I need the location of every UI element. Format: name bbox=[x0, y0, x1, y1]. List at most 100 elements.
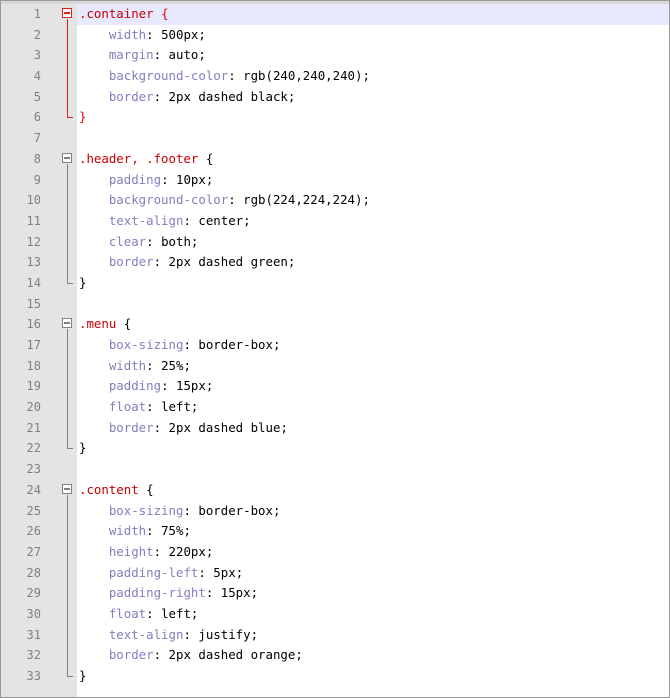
line-number: 11 bbox=[26, 213, 41, 228]
code-text: padding-left: 5px; bbox=[79, 563, 243, 584]
code-line[interactable]: 15 bbox=[1, 294, 669, 315]
punctuation: : bbox=[153, 88, 169, 104]
css-value: 15px bbox=[175, 378, 206, 394]
code-text: padding: 15px; bbox=[79, 376, 213, 397]
css-property: border bbox=[108, 254, 154, 270]
code-line[interactable]: 28 padding-left: 5px; bbox=[1, 562, 669, 584]
punctuation: : bbox=[146, 605, 162, 621]
code-line[interactable]: 29 padding-right: 15px; bbox=[1, 583, 669, 604]
fold-line bbox=[61, 355, 75, 377]
fold-toggle-icon[interactable] bbox=[61, 480, 75, 501]
code-line[interactable]: 10 background-color: rgb(224,224,224); bbox=[1, 190, 669, 211]
code-line[interactable]: 25 box-sizing: border-box; bbox=[1, 500, 669, 522]
punctuation: : bbox=[146, 523, 162, 539]
code-line[interactable]: 2 width: 500px; bbox=[1, 24, 669, 46]
code-line[interactable]: 18 width: 25%; bbox=[1, 355, 669, 377]
punctuation: : bbox=[146, 357, 162, 373]
css-property: margin bbox=[108, 47, 154, 63]
css-property: height bbox=[108, 543, 154, 559]
code-line[interactable]: 24 .content { bbox=[1, 480, 669, 501]
brace: } bbox=[79, 668, 87, 683]
code-line[interactable]: 32 border: 2px dashed orange; bbox=[1, 645, 669, 666]
code-line[interactable]: 12 clear: both; bbox=[1, 231, 669, 253]
code-line[interactable]: 1 .container { bbox=[1, 4, 669, 25]
line-number: 8 bbox=[33, 151, 41, 166]
fold-toggle-icon[interactable] bbox=[61, 149, 75, 170]
code-line[interactable]: 8 .header, .footer { bbox=[1, 149, 669, 170]
code-editor[interactable]: 1 .container {2 width: 500px; 3 margin: au… bbox=[0, 0, 670, 698]
css-value: 2px dashed blue bbox=[168, 419, 281, 435]
css-property: box-sizing bbox=[108, 502, 184, 518]
code-line[interactable]: 3 margin: auto; bbox=[1, 45, 669, 67]
punctuation: ; bbox=[190, 233, 199, 249]
punctuation: ; bbox=[183, 357, 191, 373]
fold-line-segment bbox=[67, 521, 68, 542]
code-line[interactable]: 20 float: left; bbox=[1, 397, 669, 418]
line-number: 5 bbox=[33, 89, 41, 104]
fold-end-line bbox=[67, 438, 73, 450]
code-line[interactable]: 5 border: 2px dashed black; bbox=[1, 86, 669, 108]
fold-line bbox=[61, 86, 75, 108]
fold-line bbox=[61, 24, 75, 46]
code-line[interactable]: 14} bbox=[1, 272, 669, 294]
css-value: border-box bbox=[198, 337, 273, 352]
code-line[interactable]: 4 background-color: rgb(240,240,240); bbox=[1, 66, 669, 87]
code-area[interactable]: 1 .container {2 width: 500px; 3 margin: au… bbox=[1, 4, 669, 687]
line-number: 29 bbox=[26, 586, 41, 601]
punctuation: ; bbox=[198, 26, 206, 42]
code-line[interactable]: 23 bbox=[1, 459, 669, 480]
line-number: 19 bbox=[26, 379, 41, 394]
code-line[interactable]: 33} bbox=[1, 666, 669, 687]
line-number: 2 bbox=[33, 27, 41, 42]
code-text: } bbox=[79, 273, 86, 294]
css-property: border bbox=[108, 88, 154, 104]
fold-toggle-icon[interactable] bbox=[61, 314, 75, 335]
line-number: 30 bbox=[26, 606, 41, 621]
code-text: } bbox=[79, 666, 86, 687]
punctuation: : bbox=[161, 171, 176, 187]
css-value: rgb(240,240,240) bbox=[243, 68, 363, 84]
code-line[interactable]: 6} bbox=[1, 107, 669, 128]
line-number: 27 bbox=[26, 544, 41, 559]
punctuation: ; bbox=[198, 47, 206, 63]
punctuation: ; bbox=[272, 502, 281, 518]
code-line[interactable]: 9 padding: 10px; bbox=[1, 169, 669, 191]
fold-line-segment bbox=[67, 624, 68, 646]
code-line[interactable]: 11 text-align: center; bbox=[1, 210, 669, 232]
code-text: } bbox=[79, 438, 86, 459]
code-line[interactable]: 30 float: left; bbox=[1, 603, 669, 625]
code-line[interactable]: 7 bbox=[1, 128, 669, 149]
code-line[interactable]: 26 width: 75%; bbox=[1, 521, 669, 542]
code-line[interactable]: 17 box-sizing: border-box; bbox=[1, 335, 669, 356]
code-line[interactable]: 16 .menu { bbox=[1, 314, 669, 335]
punctuation: ; bbox=[190, 605, 199, 621]
brace: } bbox=[79, 440, 87, 456]
code-text: width: 25%; bbox=[79, 356, 191, 377]
code-text: } bbox=[79, 107, 86, 128]
line-number: 25 bbox=[26, 503, 41, 518]
fold-line-segment bbox=[67, 541, 68, 563]
brace: { bbox=[161, 6, 169, 21]
fold-line bbox=[61, 335, 75, 356]
code-text: float: left; bbox=[79, 397, 199, 418]
line-number: 9 bbox=[33, 172, 41, 187]
fold-toggle-icon[interactable] bbox=[61, 4, 75, 25]
fold-line-segment bbox=[67, 376, 68, 398]
fold-line-segment bbox=[67, 45, 68, 67]
code-line[interactable]: 13 border: 2px dashed green; bbox=[1, 252, 669, 273]
code-line[interactable]: 27 height: 220px; bbox=[1, 541, 669, 563]
code-line[interactable]: 21 border: 2px dashed blue; bbox=[1, 417, 669, 439]
code-line[interactable]: 22} bbox=[1, 438, 669, 459]
punctuation: : bbox=[153, 647, 169, 663]
code-line[interactable]: 19 padding: 15px; bbox=[1, 376, 669, 398]
code-line[interactable]: 31 text-align: justify; bbox=[1, 624, 669, 646]
css-property: padding-right bbox=[108, 585, 206, 601]
fold-line bbox=[61, 500, 75, 522]
punctuation: ; bbox=[295, 647, 303, 663]
